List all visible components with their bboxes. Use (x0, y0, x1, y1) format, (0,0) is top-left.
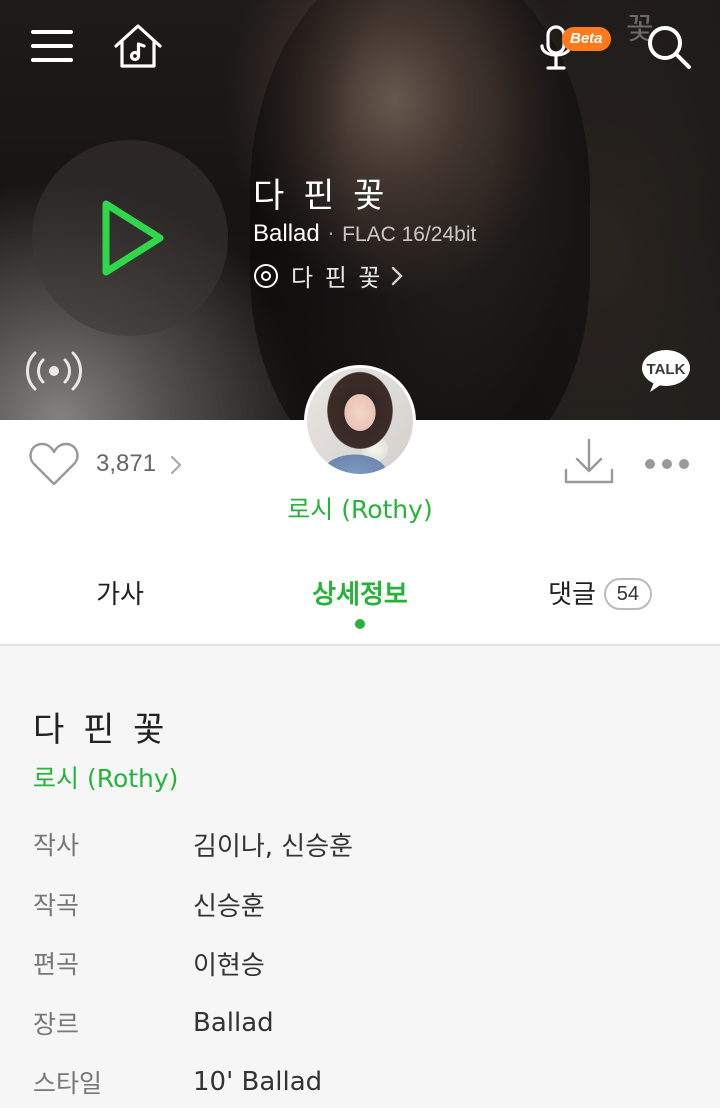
heart-icon[interactable] (28, 440, 80, 488)
play-icon (102, 200, 164, 276)
download-icon[interactable] (562, 436, 616, 488)
chevron-right-icon (391, 266, 403, 285)
kakao-talk-icon[interactable]: TALK (640, 348, 692, 394)
active-tab-indicator (355, 619, 365, 629)
album-disc-icon (254, 263, 278, 288)
tab-comments[interactable]: 댓글 54 (520, 560, 680, 644)
detail-row-arranger: 편곡 이현승 (33, 943, 265, 983)
song-genre: Ballad (253, 220, 320, 247)
detail-panel: 다 핀 꽃 로시 (Rothy) 작사 김이나, 신승훈 작곡 신승훈 편곡 이… (0, 646, 720, 1108)
chevron-right-icon[interactable] (170, 455, 182, 475)
artist-name[interactable]: 로시 (Rothy) (0, 490, 720, 526)
svg-text:TALK: TALK (647, 361, 686, 378)
tab-lyrics[interactable]: 가사 (40, 560, 200, 644)
tab-detail[interactable]: 상세정보 (280, 560, 440, 644)
detail-label: 장르 (33, 1010, 80, 1039)
detail-song-title: 다 핀 꽃 (33, 710, 169, 750)
detail-value: 10' Ballad (193, 1067, 323, 1097)
play-button[interactable] (32, 140, 228, 336)
detail-value: 이현승 (193, 950, 265, 981)
menu-icon[interactable] (30, 26, 74, 66)
detail-row-style: 스타일 10' Ballad (33, 1062, 322, 1102)
detail-label: 편곡 (33, 950, 80, 979)
detail-label: 스타일 (33, 1069, 103, 1098)
detail-value: 신승훈 (193, 891, 265, 922)
more-icon[interactable] (642, 452, 692, 476)
detail-row-lyricist: 작사 김이나, 신승훈 (33, 824, 353, 864)
detail-value: Ballad (193, 1008, 274, 1038)
tab-bar: 가사 상세정보 댓글 54 (0, 560, 720, 646)
comment-count-badge: 54 (603, 578, 652, 610)
tab-lyrics-label: 가사 (96, 580, 144, 610)
artist-avatar[interactable] (304, 365, 416, 477)
beta-badge: Beta (562, 27, 611, 51)
detail-label: 작사 (33, 831, 80, 860)
song-meta: Ballad · FLAC 16/24bit (253, 220, 476, 248)
tab-detail-label: 상세정보 (312, 580, 408, 610)
detail-row-genre: 장르 Ballad (33, 1003, 274, 1043)
detail-value: 김이나, 신승훈 (193, 831, 354, 862)
radio-broadcast-icon[interactable] (24, 348, 84, 394)
album-link[interactable]: 다 핀 꽃 (253, 258, 403, 293)
tab-comments-label: 댓글 (548, 580, 596, 610)
meta-separator: · (327, 222, 335, 246)
detail-artist-link[interactable]: 로시 (Rothy) (33, 759, 178, 795)
search-icon[interactable] (644, 22, 694, 72)
song-title: 다 핀 꽃 (253, 176, 389, 216)
album-name: 다 핀 꽃 (291, 264, 383, 292)
detail-label: 작곡 (33, 891, 80, 920)
home-music-icon[interactable] (112, 22, 164, 70)
detail-row-composer: 작곡 신승훈 (33, 884, 265, 924)
like-count[interactable]: 3,871 (96, 450, 156, 478)
audio-quality: FLAC 16/24bit (342, 223, 477, 246)
